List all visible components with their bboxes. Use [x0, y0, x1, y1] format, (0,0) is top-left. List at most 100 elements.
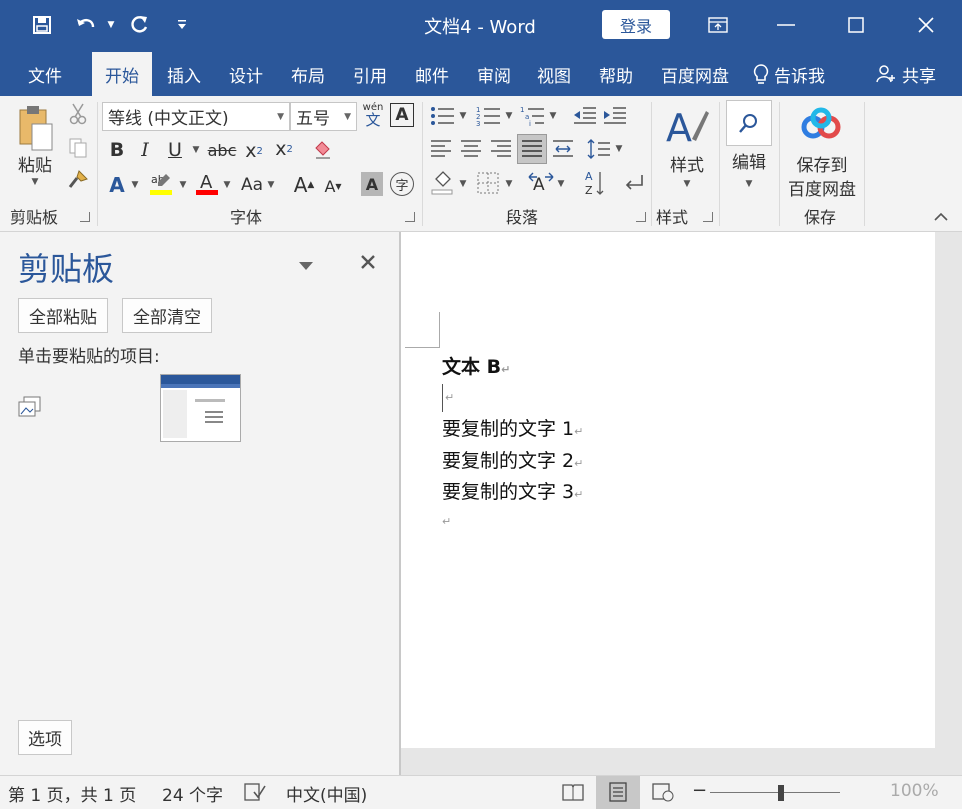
numbering-icon[interactable]: 123: [474, 104, 504, 128]
zoom-level[interactable]: 100%: [890, 781, 939, 801]
editing-label[interactable]: 编辑: [726, 148, 772, 173]
save-icon[interactable]: [28, 10, 56, 40]
paragraph-launcher-icon[interactable]: [636, 212, 646, 222]
clipboard-launcher-icon[interactable]: [80, 212, 90, 222]
language[interactable]: 中文(中国): [286, 781, 367, 806]
distributed-icon[interactable]: [550, 136, 576, 162]
tell-me-search[interactable]: 告诉我: [752, 52, 840, 96]
font-launcher-icon[interactable]: [405, 212, 415, 222]
underline-dropdown-icon[interactable]: ▼: [190, 142, 202, 158]
paste-icon[interactable]: [10, 102, 60, 154]
search-icon[interactable]: [726, 100, 772, 146]
doc-line[interactable]: 要复制的文字 3↵: [442, 477, 583, 504]
font-color-dropdown-icon[interactable]: ▼: [222, 177, 232, 193]
strikethrough-button[interactable]: abc: [206, 138, 238, 162]
italic-button[interactable]: I: [134, 138, 156, 162]
bullets-dropdown-icon[interactable]: ▼: [458, 108, 468, 124]
text-effects-icon[interactable]: A: [104, 172, 130, 198]
text-effects-dropdown-icon[interactable]: ▼: [130, 177, 140, 193]
change-case-dropdown-icon[interactable]: ▼: [266, 177, 276, 193]
font-size-combo[interactable]: 五号 ▼: [290, 102, 357, 131]
horizontal-scrollbar[interactable]: [401, 748, 935, 775]
proofing-icon[interactable]: [244, 782, 266, 807]
close-icon[interactable]: [904, 8, 948, 42]
clear-all-button[interactable]: 全部清空: [122, 298, 212, 333]
doc-line[interactable]: 要复制的文字 2↵: [442, 446, 583, 473]
shading-icon[interactable]: [428, 168, 458, 196]
paste-label[interactable]: 粘贴: [10, 152, 60, 176]
underline-button[interactable]: U: [164, 138, 186, 162]
cut-icon[interactable]: [66, 102, 90, 126]
sort-icon[interactable]: AZ: [582, 168, 608, 198]
tab-help[interactable]: 帮助: [586, 52, 646, 96]
paste-all-button[interactable]: 全部粘贴: [18, 298, 108, 333]
pane-options-chevron-icon[interactable]: [298, 256, 318, 272]
doc-line-empty[interactable]: ↵: [442, 508, 451, 530]
print-layout-icon[interactable]: [596, 776, 640, 809]
borders-dropdown-icon[interactable]: ▼: [504, 176, 514, 192]
tab-insert[interactable]: 插入: [154, 52, 214, 96]
numbering-dropdown-icon[interactable]: ▼: [504, 108, 514, 124]
borders-icon[interactable]: [474, 170, 502, 196]
superscript-button[interactable]: x2: [272, 136, 296, 162]
clipboard-item-thumbnail[interactable]: [160, 374, 241, 442]
minimize-icon[interactable]: [764, 8, 808, 42]
undo-dropdown-icon[interactable]: ▼: [104, 10, 118, 40]
copy-icon[interactable]: [66, 136, 90, 160]
increase-indent-icon[interactable]: [602, 104, 628, 128]
highlight-icon[interactable]: ab: [146, 170, 176, 198]
doc-line-empty[interactable]: ↵: [442, 384, 454, 412]
shrink-font-icon[interactable]: A ▼: [322, 174, 344, 198]
highlight-dropdown-icon[interactable]: ▼: [178, 177, 188, 193]
multilevel-dropdown-icon[interactable]: ▼: [548, 108, 558, 124]
options-button[interactable]: 选项: [18, 720, 72, 755]
tab-layout[interactable]: 布局: [278, 52, 338, 96]
styles-icon[interactable]: A: [662, 102, 712, 150]
shading-dropdown-icon[interactable]: ▼: [458, 176, 468, 192]
save-to-label-1[interactable]: 保存到: [782, 152, 862, 176]
login-button[interactable]: 登录: [602, 10, 670, 39]
align-right-icon[interactable]: [488, 136, 514, 162]
tab-mailings[interactable]: 邮件: [402, 52, 462, 96]
customize-qat-icon[interactable]: [174, 10, 190, 40]
word-count[interactable]: 24 个字: [162, 781, 223, 806]
tab-design[interactable]: 设计: [216, 52, 276, 96]
phonetic-guide-button[interactable]: wén 文: [360, 100, 386, 130]
justify-icon[interactable]: [517, 134, 547, 164]
redo-icon[interactable]: [126, 10, 154, 40]
zoom-out-icon[interactable]: −: [692, 780, 707, 801]
styles-launcher-icon[interactable]: [703, 212, 713, 222]
font-name-combo[interactable]: 等线 (中文正文) ▼: [102, 102, 290, 131]
chinese-layout-icon[interactable]: A: [526, 170, 556, 196]
font-color-icon[interactable]: A: [194, 170, 220, 198]
change-case-button[interactable]: Aa: [238, 172, 266, 198]
tab-view[interactable]: 视图: [524, 52, 584, 96]
enclose-characters-icon[interactable]: 字: [390, 172, 414, 196]
line-spacing-icon[interactable]: [586, 136, 612, 162]
align-left-icon[interactable]: [428, 136, 454, 162]
vertical-scrollbar[interactable]: [935, 232, 962, 775]
format-painter-icon[interactable]: [66, 168, 90, 192]
doc-line[interactable]: 要复制的文字 1↵: [442, 414, 583, 441]
multilevel-list-icon[interactable]: 1ai: [518, 104, 548, 128]
doc-line-heading[interactable]: 文本 B↵: [442, 352, 510, 379]
align-center-icon[interactable]: [458, 136, 484, 162]
web-layout-icon[interactable]: [652, 782, 674, 807]
tab-review[interactable]: 审阅: [464, 52, 524, 96]
tab-file[interactable]: 文件: [12, 52, 78, 96]
tab-references[interactable]: 引用: [340, 52, 400, 96]
maximize-icon[interactable]: [834, 8, 878, 42]
page-count[interactable]: 第 1 页，共 1 页: [8, 781, 136, 806]
ribbon-display-options-icon[interactable]: [696, 8, 740, 42]
pane-close-icon[interactable]: [358, 252, 380, 274]
bold-button[interactable]: B: [106, 138, 128, 162]
editing-dropdown-icon[interactable]: ▼: [726, 176, 772, 192]
clear-formatting-icon[interactable]: [310, 138, 336, 162]
subscript-button[interactable]: x2: [242, 138, 266, 164]
decrease-indent-icon[interactable]: [572, 104, 598, 128]
grow-font-icon[interactable]: A ▲: [292, 172, 316, 198]
save-to-label-2[interactable]: 百度网盘: [782, 176, 862, 200]
read-mode-icon[interactable]: [562, 782, 584, 807]
show-marks-icon[interactable]: [620, 170, 646, 196]
chinese-layout-dropdown-icon[interactable]: ▼: [556, 176, 566, 192]
